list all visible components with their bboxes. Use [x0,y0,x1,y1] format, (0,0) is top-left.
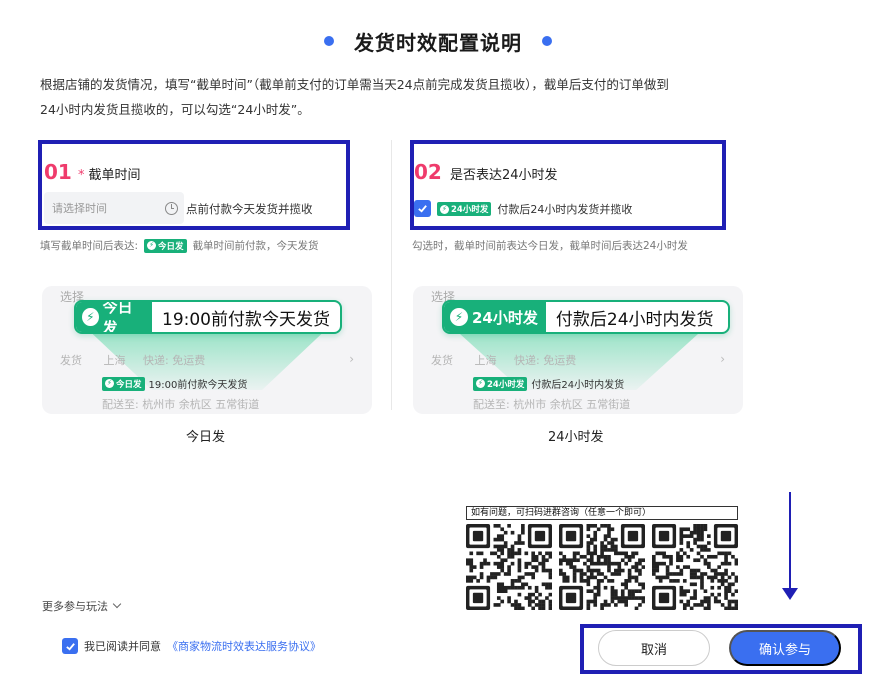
qr-code-2 [559,524,645,610]
24h-badge: ⚡ 24小时发 [437,202,492,216]
section-1-number: 01 [44,160,72,184]
preview-ship-label: 发货 [60,354,82,367]
mini-today-text: 19:00前付款今天发货 [148,380,248,391]
agree-text: 我已阅读并同意 [84,640,161,653]
bolt-icon: ⚡ [105,379,114,388]
mini-24h-text: 付款后24小时内发货 [531,380,625,391]
more-ways-link[interactable]: 更多参与玩法 [42,598,122,614]
callout-24h-badge-label: 24小时发 [472,308,538,327]
callout-today-badge-label: 今日发 [102,300,133,334]
description: 根据店铺的发货情况，填写“截单时间”（截单前支付的订单需当天24点前完成发货且揽… [40,72,740,122]
title-dot-right [542,36,552,46]
check-icon [418,205,427,213]
section-2-title: 是否表达24小时发 [450,168,558,183]
clock-icon [165,201,178,215]
preview-chevron-right-icon: › [720,352,725,366]
mini-24h-badge-label: 24小时发 [487,379,525,390]
24h-badge-label: 24小时发 [451,205,489,215]
confirm-button[interactable]: 确认参与 [729,630,841,666]
callout-today-badge: ⚡ 今日发 [76,302,152,332]
agreement-row: 我已阅读并同意 《商家物流时效表达服务协议》 [62,638,321,654]
mini-today-badge: ⚡ 今日发 [102,376,145,391]
callout-24h: ⚡ 24小时发 付款后24小时内发货 [442,300,730,334]
chevron-down-icon [112,599,122,609]
description-line-1: 根据店铺的发货情况，填写“截单时间”（截单前支付的订单需当天24点前完成发货且揽… [40,77,669,92]
preview-dest-row: 配送至: 杭州市 余杭区 五常街道 [473,398,631,411]
today-badge: ⚡ 今日发 [144,238,187,253]
hint-prefix: 填写截单时间后表达: [40,240,139,252]
callout-today: ⚡ 今日发 19:00前付款今天发货 [74,300,342,334]
page-title: 发货时效配置说明 [354,30,522,55]
hint-suffix: 截单时间前付款，今天发货 [192,240,319,252]
section-1-hint: 填写截单时间后表达: ⚡ 今日发 截单时间前付款，今天发货 [40,238,319,253]
cutoff-time-suffix: 点前付款今天发货并揽收 [186,202,313,216]
qr-code-svg [559,524,645,610]
preview-mini-row: ⚡ 今日发 19:00前付款今天发货 [102,376,247,391]
today-badge-label: 今日发 [158,241,184,252]
caption-24h: 24小时发 [548,430,604,445]
title-row: 发货时效配置说明 [0,26,876,56]
agreement-link[interactable]: 《商家物流时效表达服务协议》 [167,638,321,654]
qr-code-svg [652,524,738,610]
preview-origin: 上海 [474,354,497,367]
preview-dest-row: 配送至: 杭州市 余杭区 五常街道 [102,398,260,411]
preview-chevron-right-icon: › [349,352,354,366]
preview-mini-row: ⚡ 24小时发 付款后24小时内发货 [473,376,624,391]
agree-checkbox[interactable] [62,638,78,654]
bolt-icon: ⚡ [440,204,449,214]
description-line-2: 24小时内发货且揽收的，可以勾选“24小时发”。 [40,102,310,117]
cancel-button[interactable]: 取消 [598,630,710,666]
section-2-hint: 勾选时，截单时间前表达今日发，截单时间后表达24小时发 [412,240,688,252]
callout-24h-badge: ⚡ 24小时发 [444,302,546,332]
pointer-arrow-head-icon [782,588,798,600]
bolt-icon: ⚡ [450,308,468,326]
qr-code-1 [466,524,552,610]
bolt-icon: ⚡ [147,241,157,250]
section-2-option-text: 付款后24小时内发货并揽收 [497,203,633,216]
preview-express: 快递: 免运费 [143,354,206,367]
callout-today-text: 19:00前付款今天发货 [162,309,330,330]
pointer-arrow-line [789,492,791,592]
bolt-icon: ⚡ [476,379,485,388]
required-mark: * [78,168,85,183]
check-icon [65,642,75,651]
time-placeholder: 请选择时间 [52,202,107,215]
preview-ship-label: 发货 [431,354,453,367]
preview-origin: 上海 [103,354,126,367]
bolt-icon: ⚡ [82,308,99,326]
section-1-title: * 截单时间 [78,164,141,183]
more-ways-label: 更多参与玩法 [42,600,108,613]
mini-today-badge-label: 今日发 [116,379,142,390]
qr-title: 如有问题，可扫码进群咨询（任意一个即可） [466,506,738,520]
vertical-divider [391,140,392,410]
qr-code-3 [652,524,738,610]
24h-checkbox[interactable] [414,200,431,217]
section-1-title-text: 截单时间 [88,168,141,183]
title-dot-left [324,36,334,46]
preview-ship-row: 发货 上海 快递: 免运费 [431,352,576,368]
qr-code-svg [466,524,552,610]
callout-24h-text: 付款后24小时内发货 [555,309,714,330]
preview-express: 快递: 免运费 [514,354,577,367]
qr-panel: 如有问题，可扫码进群咨询（任意一个即可） [462,506,740,610]
section-2-option: ⚡ 24小时发 付款后24小时内发货并揽收 [437,201,632,217]
section-2-number: 02 [414,160,442,184]
caption-today: 今日发 [186,430,226,445]
preview-ship-row: 发货 上海 快递: 免运费 [60,352,205,368]
cutoff-time-select[interactable]: 请选择时间 [44,192,184,224]
mini-24h-badge: ⚡ 24小时发 [473,376,528,391]
